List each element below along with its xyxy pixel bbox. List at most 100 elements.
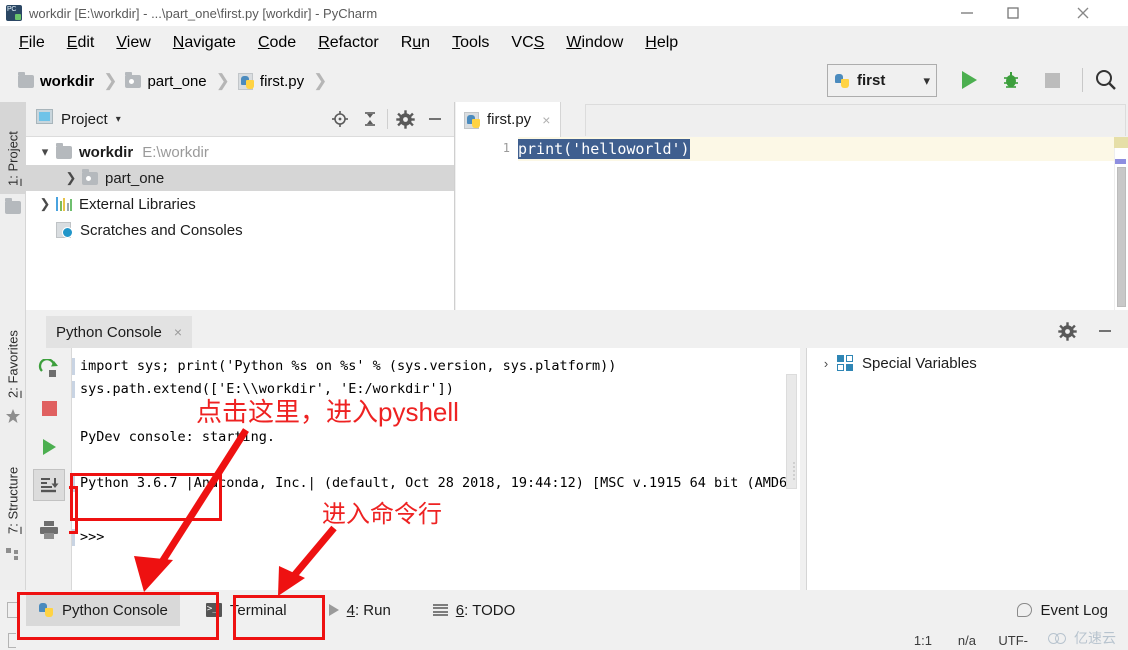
gear-icon <box>1057 321 1077 341</box>
tree-label: workdir <box>79 143 134 161</box>
file-encoding[interactable]: UTF- <box>998 633 1028 648</box>
console-output-line: PyDev console: starting. <box>80 429 276 445</box>
code-line[interactable]: print('helloworld') <box>518 139 690 159</box>
sidebar-item-project[interactable]: 1: Project <box>0 102 26 194</box>
libraries-icon <box>56 197 72 211</box>
console-tab-python-console[interactable]: Python Console × <box>46 316 193 348</box>
breadcrumb-first-py[interactable]: first.py <box>237 73 304 90</box>
menu-help[interactable]: Help <box>634 31 689 55</box>
bottom-tab-label: 4: Run <box>346 601 391 619</box>
editor-tab-bar-empty <box>585 104 1126 136</box>
bottom-tab-label: 6: TODO <box>455 601 516 619</box>
search-button[interactable] <box>1088 62 1124 98</box>
line-separator[interactable]: n/a <box>958 633 976 648</box>
maximize-button[interactable] <box>990 0 1036 26</box>
twisty-collapsed-icon[interactable]: ❯ <box>60 170 82 186</box>
python-icon <box>38 602 54 618</box>
star-icon <box>5 408 21 424</box>
tree-row-part-one[interactable]: ❯ part_one <box>26 165 454 191</box>
console-splitter-grip[interactable] <box>791 460 797 482</box>
console-output[interactable]: import sys; print('Python %s on %s' % (s… <box>72 348 800 590</box>
menu-navigate[interactable]: Navigate <box>162 31 247 55</box>
run-icon <box>961 71 977 89</box>
chevron-down-icon: ▾ <box>923 72 930 88</box>
bottom-tab-terminal[interactable]: Terminal <box>194 594 299 626</box>
console-tab-bar: Python Console × <box>26 310 1128 348</box>
menu-code[interactable]: Code <box>247 31 307 55</box>
bottom-tab-run[interactable]: 4: Run <box>317 594 403 626</box>
event-log-button[interactable]: Event Log <box>1017 602 1128 619</box>
menu-run[interactable]: Run <box>390 31 441 55</box>
tree-row-scratches[interactable]: Scratches and Consoles <box>26 217 454 243</box>
collapse-all-icon <box>365 112 375 126</box>
editor-body[interactable]: 1 print('helloworld') <box>456 137 1128 310</box>
menu-view[interactable]: View <box>105 31 161 55</box>
close-button[interactable] <box>1060 0 1106 26</box>
sidebar-item-structure[interactable]: 7: Structure <box>0 436 26 542</box>
watermark-text: 亿速云 <box>1074 630 1116 646</box>
bottom-tab-label: Python Console <box>62 601 168 619</box>
todo-icon <box>432 604 448 616</box>
print-button[interactable] <box>33 514 65 546</box>
close-icon[interactable]: × <box>542 112 550 128</box>
minimize-button[interactable] <box>944 0 990 26</box>
scrollbar-thumb[interactable] <box>1117 167 1126 307</box>
soft-wrap-button[interactable] <box>33 469 65 501</box>
editor-tab-label: first.py <box>487 111 532 128</box>
editor-gutter[interactable]: 1 <box>456 137 518 310</box>
console-hide-button[interactable] <box>1092 318 1118 344</box>
rerun-button[interactable] <box>33 354 65 386</box>
stop-icon <box>41 400 57 416</box>
collapse-all-button[interactable] <box>357 106 383 132</box>
bottom-bar-grip <box>0 590 26 630</box>
stop-button[interactable] <box>1034 62 1070 98</box>
console-settings-button[interactable] <box>1054 318 1080 344</box>
bottom-tool-bar: Python Console Terminal 4: Run 6: TODO E… <box>0 590 1128 630</box>
editor-scrollbar[interactable] <box>1114 137 1128 310</box>
run-button[interactable] <box>951 62 987 98</box>
tree-path: E:\workdir <box>142 143 209 161</box>
menu-edit[interactable]: Edit <box>56 31 106 55</box>
source-folder-icon <box>82 168 98 185</box>
menu-vcs[interactable]: VCS <box>500 31 555 55</box>
tree-row-workdir[interactable]: ▾ workdir E:\workdir <box>26 139 454 165</box>
python-icon <box>834 73 850 89</box>
menu-refactor[interactable]: Refactor <box>307 31 389 55</box>
bottom-tab-python-console[interactable]: Python Console <box>26 594 180 626</box>
close-icon[interactable]: × <box>174 324 182 340</box>
execute-button[interactable] <box>33 431 65 463</box>
editor-area: first.py × 1 print('helloworld') <box>456 102 1128 310</box>
debug-button[interactable] <box>993 62 1029 98</box>
soft-wrap-icon <box>41 478 59 493</box>
sidebar-item-favorites[interactable]: 2: Favorites <box>0 298 26 406</box>
minimize-icon <box>1099 330 1111 332</box>
breadcrumb-workdir[interactable]: workdir <box>18 71 94 90</box>
console-line-marker <box>72 358 75 375</box>
chevron-down-icon[interactable]: ▾ <box>116 114 121 125</box>
twisty-collapsed-icon[interactable]: › <box>815 356 837 371</box>
editor-tab-first-py[interactable]: first.py × <box>456 102 562 137</box>
bottom-tab-todo[interactable]: 6: TODO <box>421 594 527 626</box>
run-small-icon <box>328 604 339 616</box>
menu-tools[interactable]: Tools <box>441 31 500 55</box>
settings-button[interactable] <box>392 106 418 132</box>
folder-icon <box>5 198 21 214</box>
folder-icon <box>18 71 34 88</box>
tree-row-external-libraries[interactable]: ❯ External Libraries <box>26 191 454 217</box>
special-variables-row[interactable]: › Special Variables <box>807 348 1128 378</box>
tree-label: External Libraries <box>79 195 196 213</box>
menu-window[interactable]: Window <box>555 31 634 55</box>
caret-position[interactable]: 1:1 <box>914 633 932 648</box>
status-bar-grip <box>0 630 26 650</box>
status-bar: 1:1 n/a UTF- <box>0 630 1128 650</box>
breadcrumb-part-one[interactable]: part_one <box>125 71 207 90</box>
locate-button[interactable] <box>327 106 353 132</box>
selected-code: print('helloworld') <box>518 139 690 159</box>
hide-panel-button[interactable] <box>422 106 448 132</box>
run-configuration-selector[interactable]: first ▾ <box>827 64 937 97</box>
menu-file[interactable]: File <box>8 31 56 55</box>
twisty-collapsed-icon[interactable]: ❯ <box>34 196 56 212</box>
editor-tab-bar: first.py × <box>456 102 1128 137</box>
stop-button[interactable] <box>33 392 65 424</box>
twisty-expanded-icon[interactable]: ▾ <box>34 144 56 160</box>
